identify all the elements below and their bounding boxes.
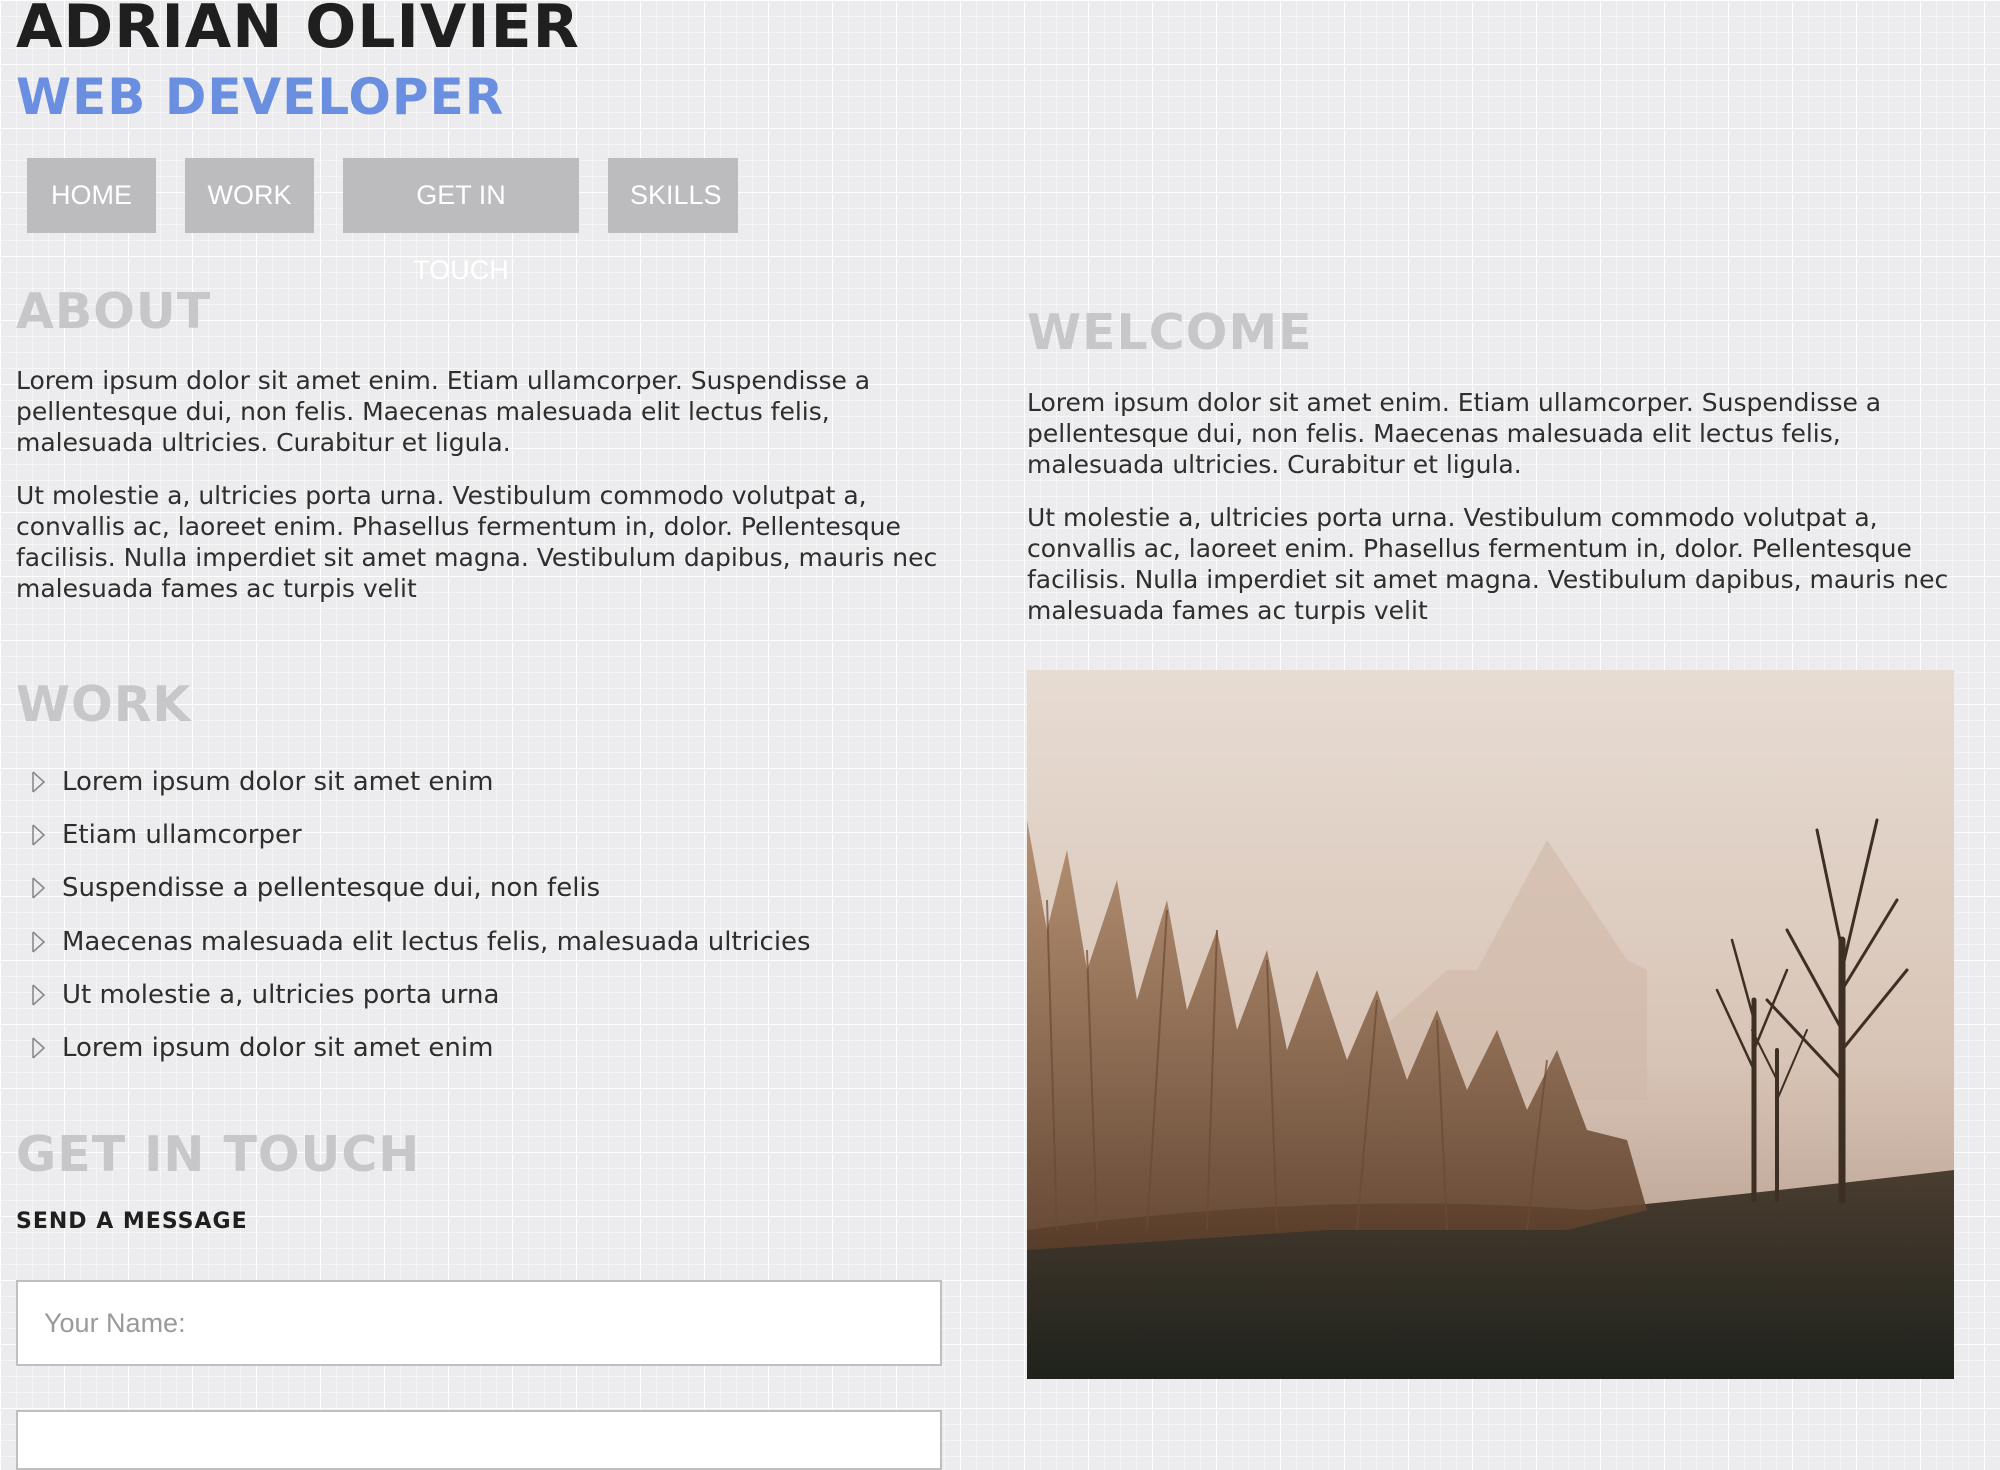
work-item-label: Ut molestie a, ultricies porta urna — [62, 979, 500, 1010]
work-item-label: Suspendisse a pellentesque dui, non feli… — [62, 873, 601, 904]
work-item-label: Maecenas malesuada elit lectus felis, ma… — [62, 926, 811, 957]
main-nav: HOME WORK GET IN TOUCH SKILLS — [27, 158, 738, 285]
chevron-right-icon — [16, 824, 62, 846]
about-paragraph-1: Lorem ipsum dolor sit amet enim. Etiam u… — [16, 366, 871, 457]
send-message-label: SEND A MESSAGE — [16, 1209, 248, 1234]
welcome-heading: WELCOME — [1027, 304, 1313, 361]
chevron-right-icon — [16, 984, 62, 1006]
chevron-right-icon — [16, 771, 62, 793]
work-list-item: Etiam ullamcorper — [16, 808, 811, 861]
nav-skills-button[interactable]: SKILLS — [608, 158, 738, 233]
work-list-item: Lorem ipsum dolor sit amet enim — [16, 755, 811, 808]
site-owner-role: WEB DEVELOPER — [16, 68, 505, 126]
nav-home-button[interactable]: HOME — [27, 158, 156, 233]
welcome-paragraph-2: Ut molestie a, ultricies porta urna. Ves… — [1027, 503, 1949, 625]
chevron-right-icon — [16, 1037, 62, 1059]
work-list-item: Ut molestie a, ultricies porta urna — [16, 968, 811, 1021]
work-item-label: Lorem ipsum dolor sit amet enim — [62, 1033, 494, 1064]
about-heading: ABOUT — [16, 283, 212, 340]
work-list-item: Suspendisse a pellentesque dui, non feli… — [16, 862, 811, 915]
work-heading: WORK — [16, 676, 192, 733]
work-list-item: Lorem ipsum dolor sit amet enim — [16, 1021, 811, 1074]
nav-work-button[interactable]: WORK — [185, 158, 314, 233]
email-input[interactable] — [16, 1410, 942, 1470]
name-input[interactable] — [16, 1280, 942, 1366]
work-item-label: Etiam ullamcorper — [62, 819, 302, 850]
about-paragraph-2: Ut molestie a, ultricies porta urna. Ves… — [16, 481, 938, 603]
site-owner-name: ADRIAN OLIVIER — [16, 0, 580, 62]
welcome-paragraph-1: Lorem ipsum dolor sit amet enim. Etiam u… — [1027, 388, 1882, 479]
work-list: Lorem ipsum dolor sit amet enim Etiam ul… — [16, 755, 811, 1075]
chevron-right-icon — [16, 930, 62, 953]
get-in-touch-heading: GET IN TOUCH — [16, 1126, 421, 1183]
work-item-label: Lorem ipsum dolor sit amet enim — [62, 766, 494, 797]
nav-get-in-touch-button[interactable]: GET IN TOUCH — [343, 158, 579, 285]
work-list-item: Maecenas malesuada elit lectus felis, ma… — [16, 915, 811, 968]
foggy-landscape-photo — [1027, 670, 1954, 1379]
chevron-right-icon — [16, 877, 62, 899]
